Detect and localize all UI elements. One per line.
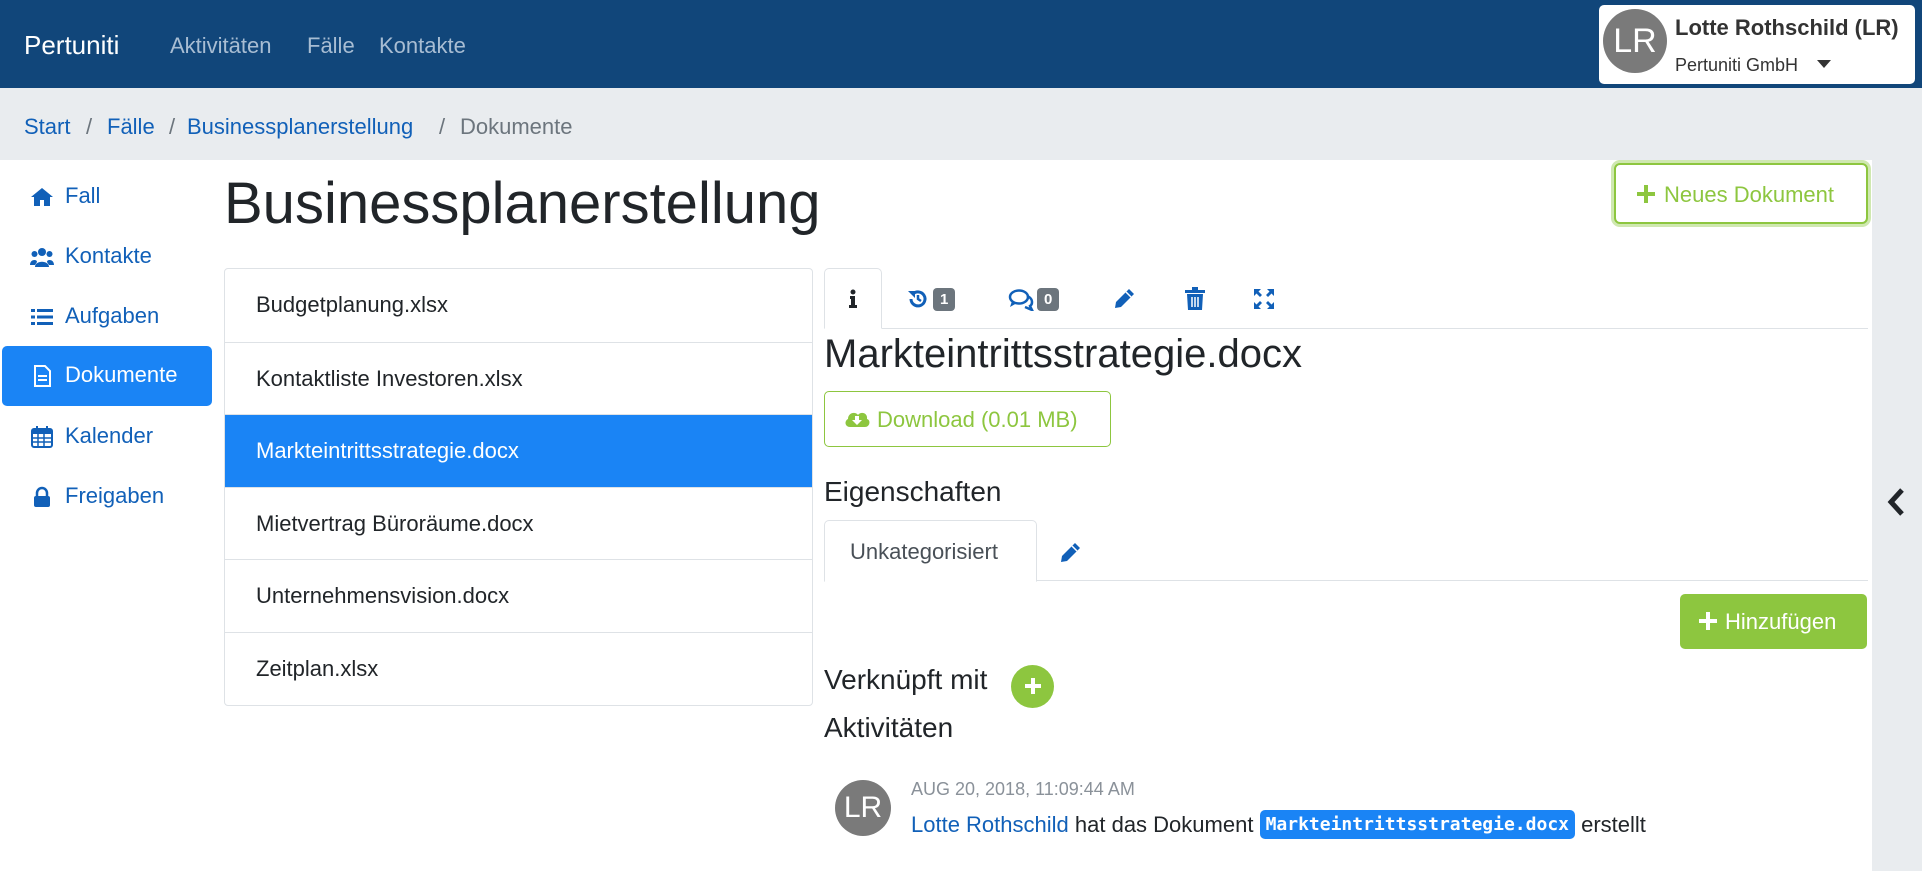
breadcrumb: Start / Fälle / Businessplanerstellung /… [0,88,1922,160]
info-icon [849,289,857,308]
document-title: Markteintrittsstrategie.docx [824,332,1302,376]
breadcrumb-separator: / [439,114,446,139]
home-icon [31,188,53,206]
plus-icon [1025,678,1041,694]
pencil-icon [1115,289,1134,308]
add-link-button[interactable] [1011,665,1054,708]
breadcrumb-case[interactable]: Businessplanerstellung [187,114,413,140]
sidebar-item-aufgaben[interactable]: Aufgaben [2,287,212,347]
sidebar-item-label: Kalender [65,423,154,448]
new-document-button[interactable]: Neues Dokument [1614,163,1868,224]
sidebar-item-fall[interactable]: Fall [2,167,212,227]
add-button[interactable]: Hinzufügen [1680,594,1867,649]
tab-info[interactable] [824,268,882,329]
list-item[interactable]: Unternehmensvision.docx [225,559,812,632]
activity-entry: Lotte Rothschild hat das Dokument Markte… [911,810,1646,839]
tab-fullscreen[interactable] [1252,287,1276,313]
new-document-label: Neues Dokument [1664,182,1834,207]
user-company: Pertuniti GmbH [1675,55,1799,75]
linked-heading: Verknüpft mit [824,664,988,695]
sidebar-item-kalender[interactable]: Kalender [2,407,212,467]
tab-comments[interactable]: 0 [1008,287,1060,313]
list-item[interactable]: Budgetplanung.xlsx [225,269,812,342]
properties-heading: Eigenschaften [824,476,1002,507]
download-label: Download (0.01 MB) [877,407,1078,432]
list-item-selected[interactable]: Markteintrittsstrategie.docx [225,414,812,487]
sidebar-item-label: Aufgaben [65,303,160,328]
user-name: Lotte Rothschild (LR) [1675,15,1899,40]
list-item[interactable]: Kontaktliste Investoren.xlsx [225,341,812,415]
history-count-badge: 1 [933,287,956,311]
nav-link-faelle[interactable]: Fälle [307,33,355,59]
breadcrumb-separator: / [169,114,176,139]
activity-document-badge[interactable]: Markteintrittsstrategie.docx [1259,810,1575,839]
tab-delete[interactable] [1184,287,1206,313]
brand-logo[interactable]: Pertuniti [24,30,119,61]
breadcrumb-current: Dokumente [460,114,573,139]
plus-icon [1699,612,1717,630]
tabs-divider [824,328,1868,329]
activity-text: hat das Dokument [1074,812,1254,837]
nav-link-kontakte[interactable]: Kontakte [379,33,466,59]
sidebar-item-label: Kontakte [65,243,152,268]
document-list: Budgetplanung.xlsx Kontaktliste Investor… [224,268,813,706]
top-navbar: Pertuniti Aktivitäten Fälle Kontakte LR … [0,0,1922,88]
breadcrumb-faelle[interactable]: Fälle [107,114,155,140]
sidebar-item-label: Freigaben [65,483,165,508]
avatar: LR [835,780,891,836]
comments-count-badge: 0 [1037,287,1060,311]
user-menu[interactable]: LR Lotte Rothschild (LR) Pertuniti GmbH [1599,5,1915,84]
list-icon [31,309,53,325]
file-icon [34,365,51,387]
chevron-left-icon[interactable] [1886,487,1906,517]
trash-icon [1185,287,1205,310]
expand-icon [1254,289,1274,309]
comments-icon [1008,289,1035,313]
activity-timestamp: AUG 20, 2018, 11:09:44 AM [911,779,1135,799]
tab-unkategorisiert[interactable]: Unkategorisiert [824,520,1037,582]
category-tab-label: Unkategorisiert [850,539,998,564]
tab-edit[interactable] [1112,287,1136,313]
users-icon [30,248,54,267]
lock-icon [34,486,50,507]
add-label: Hinzufügen [1725,609,1837,634]
sidebar-item-label: Fall [65,183,101,208]
breadcrumb-start[interactable]: Start [24,114,70,140]
history-icon [908,290,927,308]
pencil-icon[interactable] [1058,541,1082,565]
sidebar-item-kontakte[interactable]: Kontakte [2,227,212,287]
download-button[interactable]: Download (0.01 MB) [824,391,1111,447]
list-item[interactable]: Zeitplan.xlsx [225,631,812,705]
sidebar-item-freigaben[interactable]: Freigaben [2,467,212,527]
calendar-icon [31,426,53,448]
breadcrumb-separator: / [86,114,93,139]
list-item[interactable]: Mietvertrag Büroräume.docx [225,486,812,560]
plus-icon [1637,185,1655,203]
chevron-down-icon[interactable] [1817,60,1831,68]
page-title: Businessplanerstellung [224,171,821,236]
sidebar-item-dokumente[interactable]: Dokumente [2,346,212,406]
nav-link-aktivitaeten[interactable]: Aktivitäten [170,33,272,59]
tab-history[interactable]: 1 [906,287,956,313]
activity-text-end: erstellt [1581,812,1646,837]
sidebar-item-label: Dokumente [65,362,178,387]
activity-user-link[interactable]: Lotte Rothschild [911,812,1069,837]
activities-heading: Aktivitäten [824,712,954,743]
avatar: LR [1603,9,1667,73]
cloud-download-icon [845,412,870,427]
